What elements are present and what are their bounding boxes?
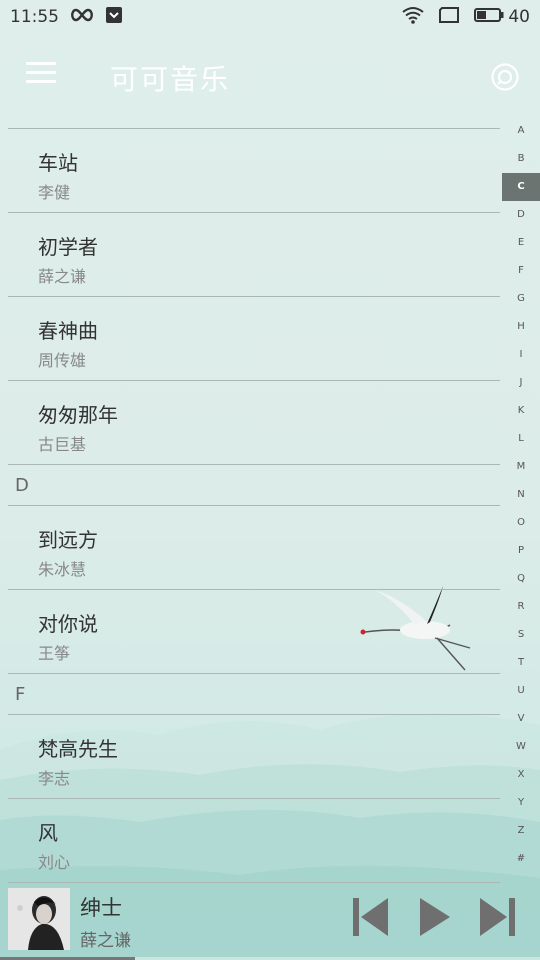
index-letter-p[interactable]: P <box>502 537 540 565</box>
index-letter-w[interactable]: W <box>502 733 540 761</box>
index-letter-h[interactable]: H <box>502 313 540 341</box>
song-row[interactable]: 对你说 王筝 <box>8 590 500 674</box>
album-cover[interactable] <box>8 888 70 950</box>
song-title: 风 <box>38 821 58 845</box>
now-playing-title: 绅士 <box>80 896 122 920</box>
song-artist: 古巨基 <box>38 435 87 454</box>
index-letter-s[interactable]: S <box>502 621 540 649</box>
index-letter-e[interactable]: E <box>502 229 540 257</box>
index-letter-c[interactable]: C <box>502 173 540 201</box>
song-artist: 王筝 <box>38 644 71 663</box>
index-letter-hash[interactable]: # <box>502 845 540 873</box>
next-button[interactable] <box>478 896 516 942</box>
index-letter-l[interactable]: L <box>502 425 540 453</box>
song-title: 匆匆那年 <box>38 403 118 427</box>
index-letter-x[interactable]: X <box>502 761 540 789</box>
index-letter-i[interactable]: I <box>502 341 540 369</box>
now-playing-artist: 薛之谦 <box>80 931 131 951</box>
song-row[interactable]: 梵高先生 李志 <box>8 715 500 799</box>
previous-button[interactable] <box>352 896 390 942</box>
index-letter-t[interactable]: T <box>502 649 540 677</box>
battery-level: 40 <box>508 7 530 27</box>
song-title: 到远方 <box>38 528 98 552</box>
song-title: 对你说 <box>38 612 98 636</box>
status-bar: 11:55 40 <box>0 0 540 34</box>
song-row[interactable]: 匆匆那年 古巨基 <box>8 381 500 465</box>
app-title: 可可音乐 <box>110 63 231 96</box>
index-letter-f[interactable]: F <box>502 257 540 285</box>
app-bar: 可可音乐 <box>0 48 540 104</box>
notification-shield-icon <box>105 6 123 29</box>
alphabet-index-bar[interactable]: A B C D E F G H I J K L M N O P Q R S T U V W X Y Z # <box>502 117 540 873</box>
menu-icon[interactable] <box>26 62 58 90</box>
previous-icon <box>353 898 388 936</box>
index-letter-n[interactable]: N <box>502 481 540 509</box>
index-letter-d[interactable]: D <box>502 201 540 229</box>
index-letter-y[interactable]: Y <box>502 789 540 817</box>
mini-player[interactable]: 绅士 薛之谦 <box>0 880 540 960</box>
song-row[interactable]: 风 刘心 <box>8 799 500 883</box>
battery-icon <box>474 7 504 28</box>
song-artist: 薛之谦 <box>38 267 87 286</box>
section-header-d: D <box>8 465 500 506</box>
song-artist: 李健 <box>38 183 71 202</box>
song-artist: 李志 <box>38 769 71 788</box>
song-artist: 朱冰慧 <box>38 560 87 579</box>
index-letter-b[interactable]: B <box>502 145 540 173</box>
song-title: 梵高先生 <box>38 737 118 761</box>
section-letter: F <box>15 684 26 705</box>
play-button[interactable] <box>418 896 452 942</box>
wifi-icon <box>402 6 424 29</box>
infinity-icon <box>69 7 95 27</box>
song-artist: 刘心 <box>38 853 71 872</box>
song-row[interactable]: 初学者 薛之谦 <box>8 213 500 297</box>
section-header-f: F <box>8 674 500 715</box>
section-letter: D <box>15 475 29 496</box>
index-letter-u[interactable]: U <box>502 677 540 705</box>
index-letter-a[interactable]: A <box>502 117 540 145</box>
search-icon[interactable] <box>490 62 520 92</box>
index-letter-o[interactable]: O <box>502 509 540 537</box>
song-title: 春神曲 <box>38 319 98 343</box>
index-letter-j[interactable]: J <box>502 369 540 397</box>
index-letter-m[interactable]: M <box>502 453 540 481</box>
index-letter-q[interactable]: Q <box>502 565 540 593</box>
index-letter-g[interactable]: G <box>502 285 540 313</box>
index-letter-r[interactable]: R <box>502 593 540 621</box>
sim-card-icon <box>438 6 460 29</box>
index-letter-k[interactable]: K <box>502 397 540 425</box>
song-row[interactable]: 到远方 朱冰慧 <box>8 506 500 590</box>
status-time: 11:55 <box>10 7 59 27</box>
index-letter-z[interactable]: Z <box>502 817 540 845</box>
song-title: 车站 <box>38 151 78 175</box>
song-list: 车站 李健 初学者 薛之谦 春神曲 周传雄 匆匆那年 古巨基 D 到远方 朱冰慧… <box>0 128 500 883</box>
song-title: 初学者 <box>38 235 98 259</box>
song-artist: 周传雄 <box>38 351 87 370</box>
index-letter-v[interactable]: V <box>502 705 540 733</box>
next-icon <box>480 898 515 936</box>
play-icon <box>420 898 450 936</box>
song-row[interactable]: 车站 李健 <box>8 129 500 213</box>
song-row[interactable]: 春神曲 周传雄 <box>8 297 500 381</box>
